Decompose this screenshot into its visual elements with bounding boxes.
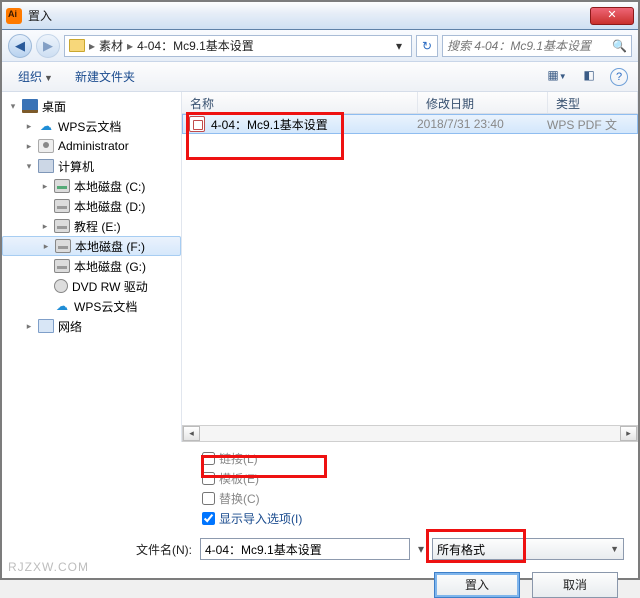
tree-node-desktop[interactable]: ▾桌面 xyxy=(2,96,181,116)
computer-icon xyxy=(38,159,54,173)
filename-label: 文件名(N): xyxy=(16,541,192,558)
network-icon xyxy=(38,319,54,333)
address-dropdown-icon[interactable]: ▾ xyxy=(391,39,407,53)
close-button[interactable]: ✕ xyxy=(590,7,634,25)
file-type: WPS PDF 文 xyxy=(547,116,637,133)
tree-node-dvd[interactable]: DVD RW 驱动 xyxy=(2,276,181,296)
filename-row: 文件名(N): ▾ 所有格式▼ xyxy=(2,528,638,560)
drive-icon xyxy=(54,259,70,273)
user-icon xyxy=(38,139,54,153)
tree-node-drive-d[interactable]: 本地磁盘 (D:) xyxy=(2,196,181,216)
scroll-left-icon[interactable]: ◂ xyxy=(183,426,200,441)
folder-tree[interactable]: ▾桌面 ▸☁WPS云文档 ▸Administrator ▾计算机 ▸本地磁盘 (… xyxy=(2,92,182,442)
chevron-down-icon[interactable]: ▾ xyxy=(418,542,424,556)
file-name: 4-04：Mc9.1基本设置 xyxy=(209,116,417,133)
cloud-icon: ☁ xyxy=(54,299,70,313)
window-title: 置入 xyxy=(28,7,590,24)
show-import-checkbox[interactable] xyxy=(202,512,215,525)
scroll-track[interactable] xyxy=(200,426,620,441)
filename-input[interactable] xyxy=(200,538,410,560)
option-link[interactable]: 链接(L) xyxy=(202,448,624,468)
chevron-right-icon: ▸ xyxy=(89,39,95,53)
breadcrumb-seg1[interactable]: 素材 xyxy=(99,37,123,54)
nav-back-button[interactable]: ◀ xyxy=(8,34,32,58)
button-row: 置入 取消 xyxy=(2,560,638,598)
refresh-button[interactable]: ↻ xyxy=(416,35,438,57)
options-panel: 链接(L) 模板(E) 替换(C) 显示导入选项(I) xyxy=(2,442,638,528)
app-icon xyxy=(6,8,22,24)
organize-button[interactable]: 组织▼ xyxy=(12,66,59,87)
list-header: 名称 修改日期 类型 xyxy=(182,92,638,114)
replace-checkbox[interactable] xyxy=(202,492,215,505)
link-checkbox[interactable] xyxy=(202,452,215,465)
search-icon: 🔍 xyxy=(612,39,627,53)
option-show-import[interactable]: 显示导入选项(I) xyxy=(202,508,624,528)
drive-icon xyxy=(54,219,70,233)
column-name[interactable]: 名称 xyxy=(182,92,418,113)
file-date: 2018/7/31 23:40 xyxy=(417,117,547,131)
body-split: ▾桌面 ▸☁WPS云文档 ▸Administrator ▾计算机 ▸本地磁盘 (… xyxy=(2,92,638,442)
drive-icon xyxy=(54,199,70,213)
toolbar: 组织▼ 新建文件夹 ▦▼ ◧ ? xyxy=(2,62,638,92)
search-box[interactable]: 🔍 xyxy=(442,35,632,57)
tree-node-computer[interactable]: ▾计算机 xyxy=(2,156,181,176)
file-list[interactable]: 4-04：Mc9.1基本设置 2018/7/31 23:40 WPS PDF 文 xyxy=(182,114,638,425)
dialog-window: 置入 ✕ ◀ ▶ ▸ 素材 ▸ 4-04：Mc9.1基本设置 ▾ ↻ 🔍 组织▼… xyxy=(0,0,640,580)
drive-icon xyxy=(54,179,70,193)
pdf-file-icon xyxy=(189,116,205,132)
new-folder-button[interactable]: 新建文件夹 xyxy=(69,66,141,87)
template-checkbox[interactable] xyxy=(202,472,215,485)
column-type[interactable]: 类型 xyxy=(548,92,638,113)
desktop-icon xyxy=(22,99,38,113)
dvd-icon xyxy=(54,279,68,293)
preview-pane-button[interactable]: ◧ xyxy=(578,67,600,87)
option-replace[interactable]: 替换(C) xyxy=(202,488,624,508)
tree-node-drive-g[interactable]: 本地磁盘 (G:) xyxy=(2,256,181,276)
cloud-icon: ☁ xyxy=(38,119,54,133)
tree-node-network[interactable]: ▸网络 xyxy=(2,316,181,336)
nav-forward-button[interactable]: ▶ xyxy=(36,34,60,58)
format-select[interactable]: 所有格式▼ xyxy=(432,538,624,560)
tree-node-wps1[interactable]: ▸☁WPS云文档 xyxy=(2,116,181,136)
drive-icon xyxy=(55,239,71,253)
nav-row: ◀ ▶ ▸ 素材 ▸ 4-04：Mc9.1基本设置 ▾ ↻ 🔍 xyxy=(2,30,638,62)
titlebar: 置入 ✕ xyxy=(2,2,638,30)
watermark: RJZXW.COM xyxy=(8,560,89,574)
tree-node-drive-e[interactable]: ▸教程 (E:) xyxy=(2,216,181,236)
list-item[interactable]: 4-04：Mc9.1基本设置 2018/7/31 23:40 WPS PDF 文 xyxy=(182,114,638,134)
folder-icon xyxy=(69,39,85,52)
help-button[interactable]: ? xyxy=(610,68,628,86)
view-mode-button[interactable]: ▦▼ xyxy=(546,67,568,87)
place-button[interactable]: 置入 xyxy=(434,572,520,598)
tree-node-admin[interactable]: ▸Administrator xyxy=(2,136,181,156)
chevron-right-icon: ▸ xyxy=(127,39,133,53)
chevron-down-icon: ▼ xyxy=(610,544,619,554)
address-bar[interactable]: ▸ 素材 ▸ 4-04：Mc9.1基本设置 ▾ xyxy=(64,35,412,57)
option-template[interactable]: 模板(E) xyxy=(202,468,624,488)
breadcrumb-seg2[interactable]: 4-04：Mc9.1基本设置 xyxy=(137,37,254,54)
scroll-right-icon[interactable]: ▸ xyxy=(620,426,637,441)
tree-node-wps2[interactable]: ☁WPS云文档 xyxy=(2,296,181,316)
tree-node-drive-f[interactable]: ▸本地磁盘 (F:) xyxy=(2,236,181,256)
tree-node-drive-c[interactable]: ▸本地磁盘 (C:) xyxy=(2,176,181,196)
search-input[interactable] xyxy=(447,39,612,53)
file-list-pane: 名称 修改日期 类型 4-04：Mc9.1基本设置 2018/7/31 23:4… xyxy=(182,92,638,442)
cancel-button[interactable]: 取消 xyxy=(532,572,618,598)
column-date[interactable]: 修改日期 xyxy=(418,92,548,113)
horizontal-scrollbar[interactable]: ◂ ▸ xyxy=(182,425,638,442)
